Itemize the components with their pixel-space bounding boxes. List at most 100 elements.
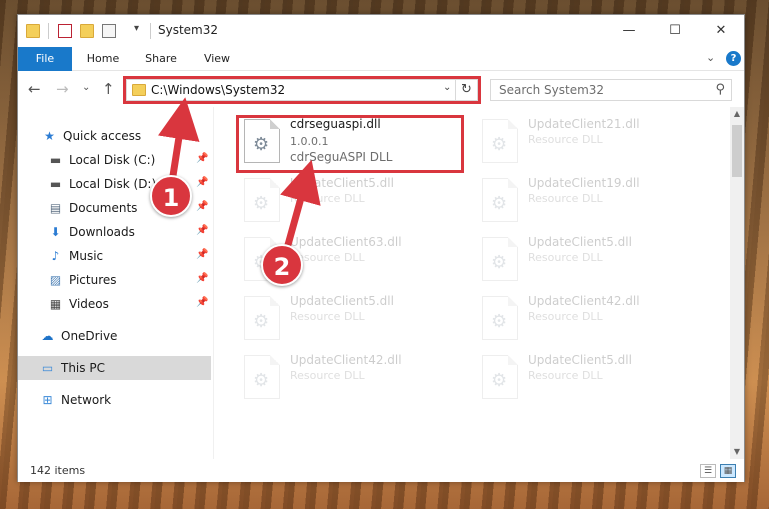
tab-file[interactable]: File xyxy=(18,47,72,71)
scroll-thumb[interactable] xyxy=(732,125,742,177)
file-item[interactable]: ⚙ UpdateClient19.dll Resource DLL xyxy=(476,172,708,226)
file-item[interactable]: ⚙ UpdateClient42.dll Resource DLL xyxy=(476,290,708,344)
sidebar-item-label: Documents xyxy=(69,201,138,215)
item-count: 142 items xyxy=(30,464,86,477)
sidebar-item-pictures[interactable]: ▨ Pictures 📌 xyxy=(18,268,211,292)
document-icon: ▤ xyxy=(49,201,62,215)
expand-ribbon-icon[interactable]: ⌄ xyxy=(706,51,715,64)
maximize-button[interactable]: ☐ xyxy=(652,15,698,47)
pictures-icon: ▨ xyxy=(49,273,62,287)
file-name: UpdateClient5.dll xyxy=(528,235,632,249)
file-description: Resource DLL xyxy=(290,369,365,382)
gear-icon: ⚙ xyxy=(491,134,508,155)
sidebar-item-downloads[interactable]: ⬇ Downloads 📌 xyxy=(18,220,211,244)
file-description: Resource DLL xyxy=(528,369,603,382)
gear-icon: ⚙ xyxy=(491,252,508,273)
gear-icon: ⚙ xyxy=(491,193,508,214)
file-name: UpdateClient42.dll xyxy=(290,353,402,367)
file-name: UpdateClient5.dll xyxy=(528,353,632,367)
navigation-bar: ← → ⌄ ↑ C:\Windows\System32 ⌄ ↻ Search S… xyxy=(18,72,744,106)
gear-icon: ⚙ xyxy=(253,370,270,391)
close-button[interactable]: ✕ xyxy=(698,15,744,47)
pin-icon[interactable]: 📌 xyxy=(196,249,208,260)
back-button[interactable]: ← xyxy=(28,80,41,98)
navigation-pane: ★ Quick access ▬ Local Disk (C:) 📌 ▬ Local Dis… xyxy=(18,107,211,459)
file-item[interactable]: ⚙ UpdateClient42.dll Resource DLL xyxy=(238,349,470,403)
scroll-up-icon[interactable]: ▲ xyxy=(730,107,744,121)
network-icon: ⊞ xyxy=(42,393,53,407)
pin-icon[interactable]: 📌 xyxy=(196,201,208,212)
gear-icon: ⚙ xyxy=(253,193,270,214)
dll-file-icon: ⚙ xyxy=(244,296,280,340)
search-box[interactable]: Search System32 ⚲ xyxy=(490,79,732,101)
status-bar: 142 items ☰ ▦ xyxy=(18,460,744,482)
details-view-icon[interactable]: ☰ xyxy=(700,464,716,478)
file-description: Resource DLL xyxy=(528,192,603,205)
pin-icon[interactable]: 📌 xyxy=(196,297,208,308)
file-description: Resource DLL xyxy=(528,310,603,323)
file-description: Resource DLL xyxy=(528,133,603,146)
step-1-badge: 1 xyxy=(150,175,192,217)
file-item[interactable]: ⚙ UpdateClient21.dll Resource DLL xyxy=(476,113,708,167)
pin-icon[interactable]: 📌 xyxy=(196,177,208,188)
sidebar-item-label: Videos xyxy=(69,297,109,311)
file-name: UpdateClient5.dll xyxy=(290,294,394,308)
customize-quick-access-icon[interactable] xyxy=(102,24,116,38)
sidebar-item-this-pc[interactable]: ▭ This PC xyxy=(18,356,211,380)
sidebar-item-label: Quick access xyxy=(63,129,142,143)
divider xyxy=(48,23,49,39)
sidebar-item-onedrive[interactable]: ☁ OneDrive xyxy=(18,324,211,348)
drive-icon: ▬ xyxy=(49,177,62,191)
drive-icon: ▬ xyxy=(49,153,62,167)
file-name: UpdateClient5.dll xyxy=(290,176,394,190)
pin-icon[interactable]: 📌 xyxy=(196,273,208,284)
dll-file-icon: ⚙ xyxy=(244,178,280,222)
file-description: Resource DLL xyxy=(290,310,365,323)
address-highlight xyxy=(123,76,481,104)
large-icons-view-icon[interactable]: ▦ xyxy=(720,464,736,478)
search-icon: ⚲ xyxy=(715,82,725,97)
file-name: UpdateClient63.dll xyxy=(290,235,402,249)
divider xyxy=(150,23,151,39)
dll-file-icon: ⚙ xyxy=(482,355,518,399)
recent-locations-button[interactable]: ⌄ xyxy=(82,82,90,93)
download-icon: ⬇ xyxy=(50,225,61,239)
cloud-icon: ☁ xyxy=(41,329,54,343)
forward-button[interactable]: → xyxy=(56,80,69,98)
sidebar-item-network[interactable]: ⊞ Network xyxy=(18,388,211,412)
tab-share[interactable]: Share xyxy=(136,47,186,71)
file-name: UpdateClient19.dll xyxy=(528,176,640,190)
help-icon[interactable]: ? xyxy=(726,51,741,66)
step-2-badge: 2 xyxy=(261,244,303,286)
file-highlight xyxy=(236,115,464,173)
sidebar-item-music[interactable]: ♪ Music 📌 xyxy=(18,244,211,268)
file-item[interactable]: ⚙ UpdateClient5.dll Resource DLL xyxy=(476,349,708,403)
pin-icon[interactable]: 📌 xyxy=(196,153,208,164)
file-item[interactable]: ⚙ UpdateClient5.dll Resource DLL xyxy=(476,231,708,285)
sidebar-item-local-disk-c[interactable]: ▬ Local Disk (C:) 📌 xyxy=(18,148,211,172)
file-description: Resource DLL xyxy=(290,192,365,205)
dll-file-icon: ⚙ xyxy=(482,237,518,281)
vertical-scrollbar[interactable]: ▲ ▼ xyxy=(730,107,744,459)
file-item[interactable]: ⚙ UpdateClient5.dll Resource DLL xyxy=(238,172,470,226)
sidebar-item-label: This PC xyxy=(61,361,105,375)
sidebar-item-quick-access[interactable]: ★ Quick access xyxy=(18,124,211,148)
tab-view[interactable]: View xyxy=(194,47,240,71)
file-item[interactable]: ⚙ UpdateClient5.dll Resource DLL xyxy=(238,290,470,344)
sidebar-item-label: Pictures xyxy=(69,273,117,287)
search-input[interactable]: Search System32 xyxy=(499,83,604,97)
computer-icon: ▭ xyxy=(41,361,54,375)
new-folder-icon[interactable] xyxy=(80,24,94,38)
tab-home[interactable]: Home xyxy=(78,47,128,71)
scroll-down-icon[interactable]: ▼ xyxy=(730,445,744,459)
ribbon-tabs: File Home Share View ⌄ ? xyxy=(18,47,744,71)
sidebar-item-label: Local Disk (D:) xyxy=(69,177,157,191)
pin-icon[interactable]: 📌 xyxy=(196,225,208,236)
properties-icon[interactable] xyxy=(58,24,72,38)
quick-access-dropdown-icon[interactable]: ▾ xyxy=(134,23,139,34)
sidebar-item-label: Network xyxy=(61,393,112,407)
sidebar-item-videos[interactable]: ▦ Videos 📌 xyxy=(18,292,211,316)
minimize-button[interactable]: — xyxy=(606,15,652,47)
window-title: System32 xyxy=(158,23,219,37)
up-button[interactable]: ↑ xyxy=(102,80,115,98)
